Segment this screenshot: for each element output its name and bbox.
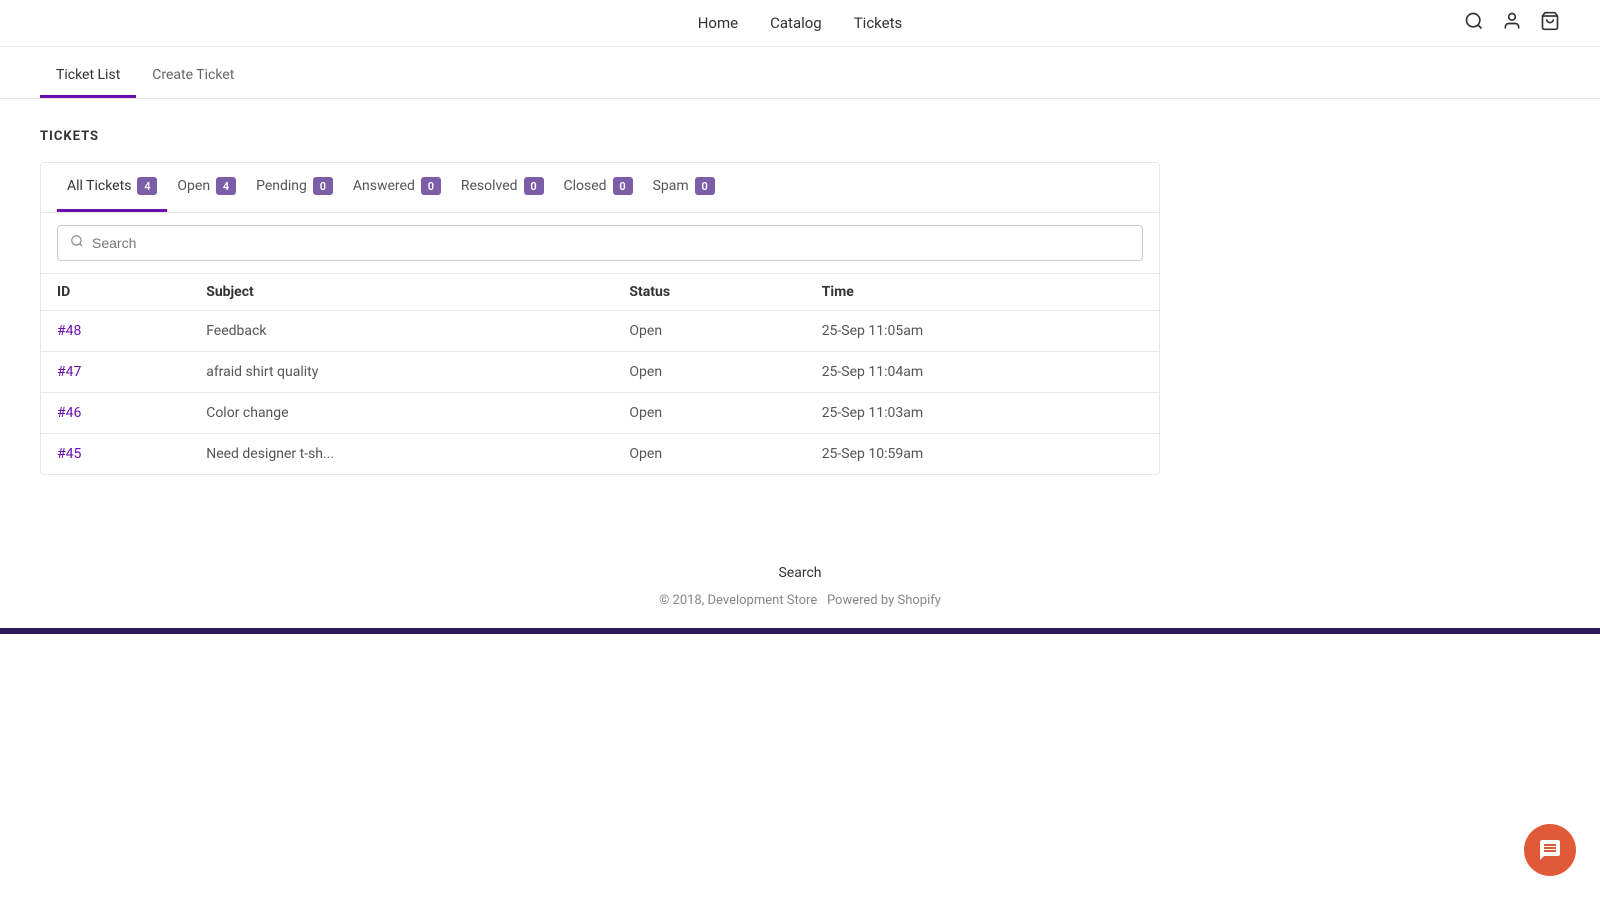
filter-answered[interactable]: Answered 0 <box>343 163 451 212</box>
ticket-status: Open <box>613 352 805 393</box>
ticket-subject: Color change <box>190 393 613 434</box>
search-input[interactable] <box>92 235 1130 251</box>
filter-all-tickets-badge: 4 <box>137 177 157 195</box>
filter-spam-label: Spam <box>653 178 689 194</box>
table-row: #45 Need designer t-sh... Open 25-Sep 10… <box>41 434 1159 475</box>
filter-spam-badge: 0 <box>695 177 715 195</box>
nav-home[interactable]: Home <box>698 14 738 32</box>
footer-search-link[interactable]: Search <box>778 565 821 581</box>
ticket-box: All Tickets 4 Open 4 Pending 0 Answered … <box>40 162 1160 475</box>
chat-bubble[interactable] <box>1524 824 1576 876</box>
ticket-status: Open <box>613 311 805 352</box>
page-tabs: Ticket List Create Ticket <box>0 55 1600 99</box>
search-bar <box>57 225 1143 261</box>
filter-closed-badge: 0 <box>613 177 633 195</box>
section-title: TICKETS <box>40 129 1160 144</box>
ticket-subject: Feedback <box>190 311 613 352</box>
search-icon[interactable] <box>1464 11 1484 36</box>
ticket-time: 25-Sep 10:59am <box>806 434 1159 475</box>
ticket-time: 25-Sep 11:05am <box>806 311 1159 352</box>
ticket-id-link[interactable]: #48 <box>57 323 81 339</box>
col-status: Status <box>613 274 805 311</box>
filter-pending-label: Pending <box>256 178 307 194</box>
footer-copyright: © 2018, Development Store Powered by Sho… <box>0 593 1600 608</box>
table-row: #48 Feedback Open 25-Sep 11:05am <box>41 311 1159 352</box>
ticket-subject: Need designer t-sh... <box>190 434 613 475</box>
cart-icon[interactable] <box>1540 11 1560 36</box>
nav-catalog[interactable]: Catalog <box>770 14 822 32</box>
filter-closed-label: Closed <box>564 178 607 194</box>
ticket-id-link[interactable]: #46 <box>57 405 81 421</box>
table-row: #47 afraid shirt quality Open 25-Sep 11:… <box>41 352 1159 393</box>
col-subject: Subject <box>190 274 613 311</box>
filter-all-tickets[interactable]: All Tickets 4 <box>57 163 167 212</box>
bottom-bar <box>0 628 1600 634</box>
header-icons <box>1464 11 1560 36</box>
filter-open-badge: 4 <box>216 177 236 195</box>
tab-create-ticket[interactable]: Create Ticket <box>136 55 250 98</box>
filter-open[interactable]: Open 4 <box>167 163 246 212</box>
ticket-id-link[interactable]: #47 <box>57 364 81 380</box>
ticket-status: Open <box>613 434 805 475</box>
main-content: TICKETS All Tickets 4 Open 4 Pending 0 A… <box>0 99 1200 505</box>
ticket-id-link[interactable]: #45 <box>57 446 81 462</box>
table-header-row: ID Subject Status Time <box>41 274 1159 311</box>
filter-answered-label: Answered <box>353 178 415 194</box>
ticket-subject: afraid shirt quality <box>190 352 613 393</box>
filter-resolved[interactable]: Resolved 0 <box>451 163 554 212</box>
filter-resolved-badge: 0 <box>524 177 544 195</box>
footer-links: Search <box>0 565 1600 581</box>
col-time: Time <box>806 274 1159 311</box>
filter-answered-badge: 0 <box>421 177 441 195</box>
ticket-time: 25-Sep 11:04am <box>806 352 1159 393</box>
user-icon[interactable] <box>1502 11 1522 36</box>
search-icon-inline <box>70 234 84 252</box>
header: Home Catalog Tickets <box>0 0 1600 47</box>
filter-pending[interactable]: Pending 0 <box>246 163 343 212</box>
filter-closed[interactable]: Closed 0 <box>554 163 643 212</box>
filter-resolved-label: Resolved <box>461 178 518 194</box>
filter-all-tickets-label: All Tickets <box>67 178 131 194</box>
ticket-status: Open <box>613 393 805 434</box>
col-id: ID <box>41 274 190 311</box>
nav-tickets[interactable]: Tickets <box>854 14 903 32</box>
footer: Search © 2018, Development Store Powered… <box>0 505 1600 628</box>
filter-pending-badge: 0 <box>313 177 333 195</box>
ticket-time: 25-Sep 11:03am <box>806 393 1159 434</box>
nav: Home Catalog Tickets <box>698 14 903 32</box>
filter-spam[interactable]: Spam 0 <box>643 163 725 212</box>
filter-open-label: Open <box>177 178 210 194</box>
tab-ticket-list[interactable]: Ticket List <box>40 55 136 98</box>
filter-tabs: All Tickets 4 Open 4 Pending 0 Answered … <box>41 163 1159 213</box>
ticket-table: ID Subject Status Time #48 Feedback Open… <box>41 273 1159 474</box>
table-row: #46 Color change Open 25-Sep 11:03am <box>41 393 1159 434</box>
